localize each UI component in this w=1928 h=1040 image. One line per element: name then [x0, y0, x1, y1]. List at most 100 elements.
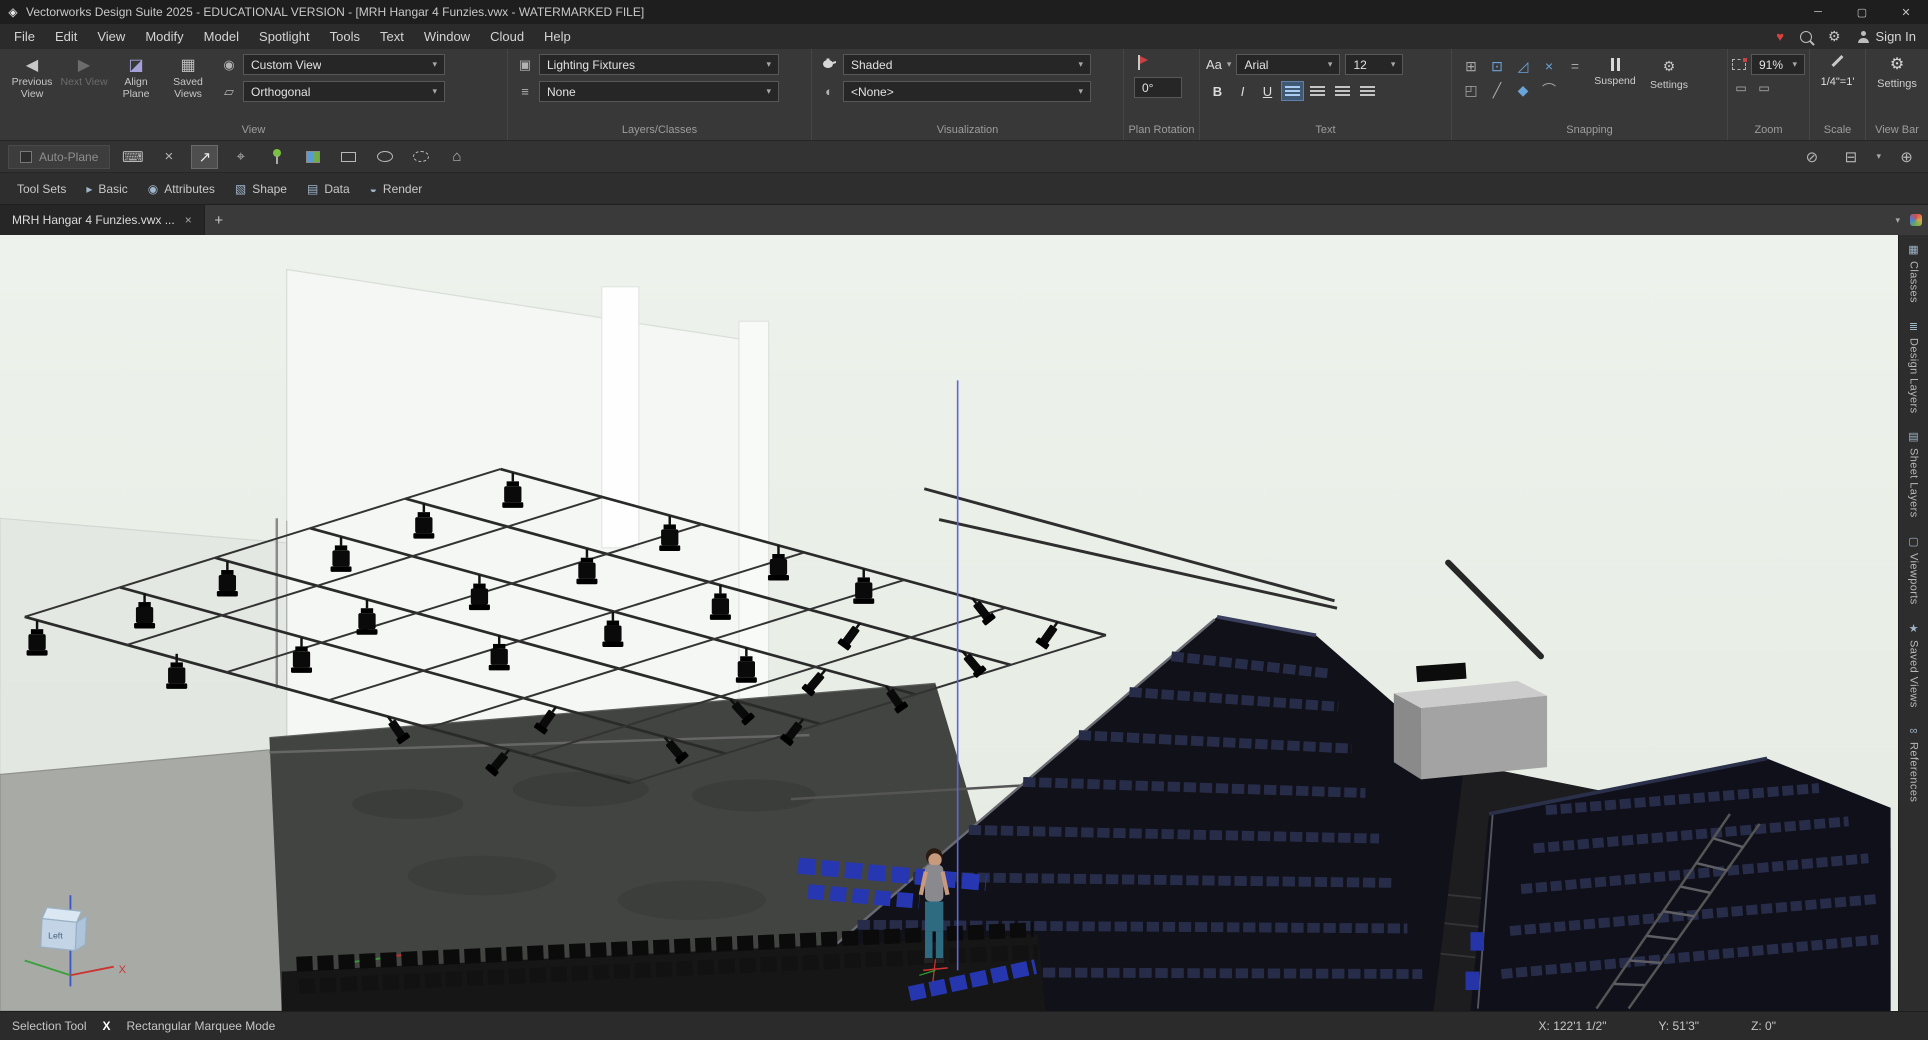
basic-palette-button[interactable]: ▸ Basic — [77, 173, 136, 204]
close-button[interactable]: ✕ — [1884, 0, 1928, 24]
snap-to-distance-icon[interactable]: = — [1562, 54, 1588, 78]
align-left-button[interactable] — [1281, 81, 1304, 101]
snap-to-arc-icon[interactable]: ⌒ — [1536, 78, 1562, 102]
menu-help[interactable]: Help — [534, 24, 581, 49]
data-palette-button[interactable]: ▤ Data — [298, 173, 359, 204]
zoom-marquee-icon[interactable] — [1732, 59, 1746, 70]
font-size-dropdown[interactable]: 12 — [1345, 54, 1403, 75]
sidebar-item-references[interactable]: ∞ References — [1908, 725, 1920, 802]
fit-to-objects-icon[interactable]: ▭ — [1755, 81, 1773, 95]
move-by-points-icon[interactable]: ⌖ — [227, 145, 254, 169]
visibility-icon[interactable]: ⊘ — [1798, 145, 1825, 169]
drawing-canvas[interactable]: X Left — [0, 235, 1898, 1011]
interactive-scaling-mode-icon[interactable]: ↗ — [191, 145, 218, 169]
text-style-button[interactable]: Aa — [1206, 57, 1222, 72]
tool-mode-label: Rectangular Marquee Mode — [127, 1019, 276, 1033]
vectorworks-logo-icon: ◈ — [0, 5, 26, 19]
palette-dock-icon[interactable] — [1910, 214, 1922, 226]
snap-to-object-icon[interactable]: ⊡ — [1484, 54, 1510, 78]
suspend-snapping-button[interactable]: Suspend — [1588, 54, 1642, 87]
italic-button[interactable]: I — [1231, 81, 1254, 101]
shape-palette-button[interactable]: ▧ Shape — [226, 173, 296, 204]
snapping-settings-button[interactable]: ⚙ Settings — [1642, 54, 1696, 91]
sidebar-item-saved-views[interactable]: ★ Saved Views — [1908, 622, 1920, 708]
plan-rotation-input[interactable]: 0° — [1134, 77, 1182, 98]
keyboard-icon[interactable]: ⌨ — [119, 145, 146, 169]
snap-to-surface-icon[interactable]: ◆ — [1510, 78, 1536, 102]
globe-icon[interactable]: ⊕ — [1893, 145, 1920, 169]
structural-member-mode-icon[interactable]: ⌂ — [443, 145, 470, 169]
hierarchy-icon[interactable]: ⊟ — [1837, 145, 1864, 169]
scale-value[interactable]: 1/4"=1' — [1816, 76, 1859, 88]
view-bar-settings-label[interactable]: Settings — [1877, 78, 1917, 90]
underline-button[interactable]: U — [1256, 81, 1279, 101]
section-visualization: Shaded ◐ <None> Visualization — [812, 49, 1124, 140]
menu-window[interactable]: Window — [414, 24, 480, 49]
render-background-dropdown[interactable]: <None> — [843, 81, 1091, 102]
projection-dropdown[interactable]: Orthogonal — [243, 81, 445, 102]
snap-to-tangent-icon[interactable]: ╱ — [1484, 78, 1510, 102]
view-mode-icon[interactable]: ◉ — [220, 57, 238, 73]
align-right-button[interactable] — [1331, 81, 1354, 101]
menu-edit[interactable]: Edit — [45, 24, 87, 49]
menu-spotlight[interactable]: Spotlight — [249, 24, 320, 49]
minimize-button[interactable]: ─ — [1796, 0, 1840, 24]
snap-to-angle-icon[interactable]: ◿ — [1510, 54, 1536, 78]
new-tab-button[interactable]: + — [205, 205, 233, 235]
align-justify-button[interactable] — [1356, 81, 1379, 101]
current-view-dropdown[interactable]: Custom View — [243, 54, 445, 75]
view-bar-gear-icon[interactable]: ⚙ — [1890, 54, 1904, 74]
saved-views-button[interactable]: ▦ Saved Views — [162, 54, 214, 100]
auto-plane-toggle[interactable]: Auto-Plane — [8, 145, 110, 169]
menu-text[interactable]: Text — [370, 24, 414, 49]
lasso-marquee-mode-icon[interactable] — [407, 145, 434, 169]
menu-file[interactable]: File — [4, 24, 45, 49]
active-class-dropdown[interactable]: Lighting Fixtures — [539, 54, 779, 75]
unrestricted-mode-icon[interactable]: × — [155, 145, 182, 169]
sign-in-button[interactable]: Sign In — [1857, 29, 1916, 44]
auto-plane-checkbox[interactable] — [20, 151, 32, 163]
rectangle-icon — [341, 152, 356, 162]
snap-to-intersection-icon[interactable]: × — [1536, 54, 1562, 78]
menu-model[interactable]: Model — [194, 24, 249, 49]
hierarchy-caret-icon[interactable]: ▾ — [1876, 151, 1881, 162]
oval-marquee-mode-icon[interactable] — [371, 145, 398, 169]
attributes-palette-button[interactable]: ◉ Attributes — [139, 173, 224, 204]
settings-gear-icon[interactable]: ⚙ — [1828, 28, 1841, 45]
back-wall — [287, 269, 769, 762]
next-view-button[interactable]: ▶ Next View — [58, 54, 110, 89]
render-mode-dropdown[interactable]: Shaded — [843, 54, 1091, 75]
maximize-button[interactable]: ▢ — [1840, 0, 1884, 24]
tab-close-icon[interactable]: × — [185, 213, 192, 227]
sidebar-item-design-layers[interactable]: ≣ Design Layers — [1908, 320, 1920, 414]
snap-to-working-plane-icon[interactable]: ◰ — [1458, 78, 1484, 102]
fit-to-page-icon[interactable]: ▭ — [1732, 81, 1750, 95]
sidebar-item-sheet-layers[interactable]: ▤ Sheet Layers — [1908, 430, 1920, 518]
notifications-icon[interactable]: ♥ — [1776, 29, 1784, 44]
projection-icon[interactable]: ▱ — [220, 84, 238, 100]
align-plane-button[interactable]: ◪ Align Plane — [110, 54, 162, 100]
search-icon[interactable] — [1800, 31, 1812, 43]
pin-mode-icon[interactable] — [263, 145, 290, 169]
bold-button[interactable]: B — [1206, 81, 1229, 101]
menu-view[interactable]: View — [87, 24, 135, 49]
menu-tools[interactable]: Tools — [320, 24, 370, 49]
render-palette-button[interactable]: ◒ Render — [361, 173, 432, 204]
zoom-level-dropdown[interactable]: 91% — [1751, 54, 1805, 75]
font-dropdown[interactable]: Arial — [1236, 54, 1340, 75]
sidebar-item-classes[interactable]: ▦ Classes — [1908, 243, 1920, 303]
snap-to-grid-icon[interactable]: ⊞ — [1458, 54, 1484, 78]
tab-overflow-caret-icon[interactable]: ▾ — [1895, 215, 1900, 226]
align-center-button[interactable] — [1306, 81, 1329, 101]
menu-cloud[interactable]: Cloud — [480, 24, 534, 49]
rectangular-marquee-mode-icon[interactable] — [335, 145, 362, 169]
menu-modify[interactable]: Modify — [135, 24, 193, 49]
oval-icon — [377, 151, 393, 162]
grid-mode-icon[interactable] — [299, 145, 326, 169]
window-title: Vectorworks Design Suite 2025 - EDUCATIO… — [26, 5, 644, 19]
previous-view-button[interactable]: ◀ Previous View — [6, 54, 58, 100]
document-tab[interactable]: MRH Hangar 4 Funzies.vwx ... × — [0, 205, 205, 235]
sidebar-item-viewports[interactable]: ▢ Viewports — [1908, 535, 1920, 605]
active-layer-dropdown[interactable]: None — [539, 81, 779, 102]
tool-sets-button[interactable]: Tool Sets — [8, 173, 75, 204]
